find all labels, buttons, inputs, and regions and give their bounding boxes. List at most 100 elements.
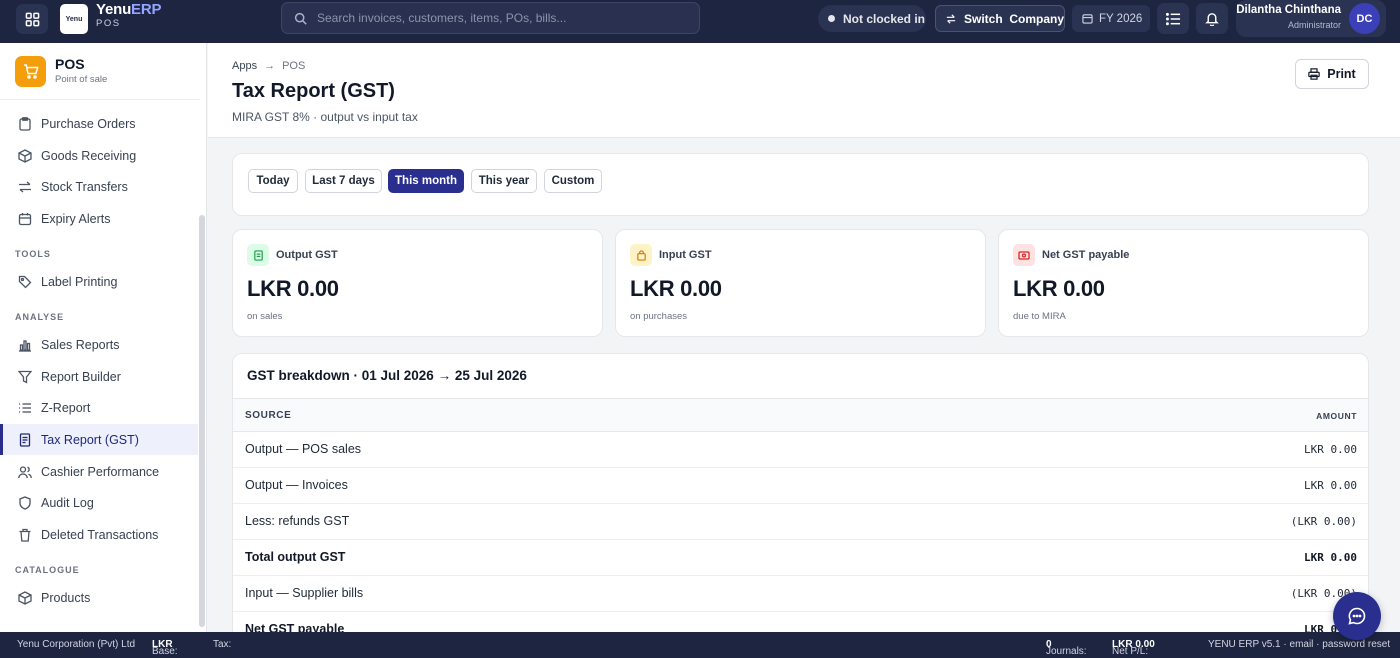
row-source: Output — Invoices: [245, 478, 348, 492]
switch-company-button[interactable]: Switch Company: [935, 5, 1065, 32]
footer-company: Yenu Corporation (Pvt) Ltd: [17, 639, 136, 650]
page-header: Apps → POS Tax Report (GST) MIRA GST 8% …: [208, 43, 1400, 138]
page-subtitle: MIRA GST 8% · output vs input tax: [232, 110, 418, 124]
sidebar-item-audit-log[interactable]: Audit Log: [0, 487, 198, 518]
print-label: Print: [1327, 67, 1356, 81]
footer-version: YENU ERP v5.1 · email · password reset: [1208, 639, 1391, 650]
input-gst-card: Input GST LKR 0.00 on purchases: [615, 229, 986, 337]
sidebar-item-label: Z-Report: [41, 400, 91, 415]
sidebar-item-expiry-alerts[interactable]: Expiry Alerts: [0, 203, 198, 234]
search-icon: [294, 12, 307, 25]
sidebar-item-cashier-performance[interactable]: Cashier Performance: [0, 456, 198, 487]
status-bar: Yenu Corporation (Pvt) Ltd Base: LKR Tax…: [0, 632, 1400, 658]
footer-base-label: Base:: [152, 646, 178, 657]
stat-note: on purchases: [630, 311, 688, 322]
notifications-button[interactable]: [1196, 3, 1228, 34]
filter-this-year-button[interactable]: This year: [471, 169, 537, 193]
chat-button[interactable]: [1333, 592, 1381, 640]
breadcrumb-arrow-icon: →: [264, 60, 276, 72]
sidebar-item-deleted-transactions[interactable]: Deleted Transactions: [0, 519, 198, 550]
box-icon: [18, 590, 32, 605]
sidebar-scrollbar[interactable]: [199, 215, 205, 627]
user-name: Dilantha Chinthana: [1236, 4, 1341, 16]
sidebar-item-purchase-orders[interactable]: Purchase Orders: [0, 108, 198, 139]
footer-journals-label: Journals:: [1046, 646, 1087, 657]
breakdown-title: GST breakdown · 01 Jul 2026 → 25 Jul 202…: [247, 368, 527, 383]
breadcrumb: Apps → POS: [232, 60, 305, 72]
column-source: SOURCE: [245, 410, 292, 421]
clock-status-button[interactable]: Not clocked in: [818, 5, 926, 32]
top-bar: Yenu YenuERP POS Search invoices, custom…: [0, 0, 1400, 43]
table-row: Output — Invoices LKR 0.00: [233, 468, 1368, 504]
sidebar-item-report-builder[interactable]: Report Builder: [0, 361, 198, 392]
clipboard-icon: [19, 116, 31, 131]
switch-company-label: Switch Company: [963, 11, 1064, 26]
filter-last-7-days-button[interactable]: Last 7 days: [305, 169, 382, 193]
global-search-input[interactable]: Search invoices, customers, items, POs, …: [281, 2, 700, 34]
row-amount: LKR 0.00: [1304, 479, 1357, 492]
sidebar-item-label: Deleted Transactions: [41, 527, 159, 542]
shopping-bag-icon: [630, 244, 652, 266]
sidebar-item-z-report[interactable]: Z-Report: [0, 392, 198, 423]
fiscal-year-button[interactable]: FY 2026: [1072, 5, 1150, 32]
sidebar-item-products[interactable]: Products: [0, 582, 198, 613]
date-filter-card: Today Last 7 days This month This year C…: [232, 153, 1369, 216]
stat-value: LKR 0.00: [1013, 276, 1105, 301]
filter-this-month-button[interactable]: This month: [388, 169, 464, 193]
list-icon: [1165, 12, 1180, 25]
row-source: Less: refunds GST: [245, 514, 350, 528]
module-subtitle: Point of sale: [55, 74, 108, 85]
stat-note: due to MIRA: [1013, 311, 1066, 322]
receipt-icon: [247, 244, 269, 266]
sidebar-item-label: Purchase Orders: [41, 116, 136, 131]
sidebar-item-stock-transfers[interactable]: Stock Transfers: [0, 171, 198, 202]
sidebar-item-label-printing[interactable]: Label Printing: [0, 266, 198, 297]
output-gst-card: Output GST LKR 0.00 on sales: [232, 229, 603, 337]
brand-accent: ERP: [131, 1, 162, 18]
users-icon: [18, 465, 32, 478]
section-catalogue: CATALOGUE: [15, 565, 80, 575]
tasks-button[interactable]: [1157, 3, 1189, 34]
sidebar-item-label: Expiry Alerts: [41, 211, 111, 226]
footer-netpl-label: Net P/L:: [1112, 646, 1149, 657]
module-title: POS: [55, 56, 85, 72]
transfer-icon: [19, 181, 31, 192]
bell-icon: [1205, 13, 1219, 26]
grid-icon: [25, 12, 39, 26]
brand: YenuERP POS: [96, 2, 161, 30]
sidebar-item-tax-report[interactable]: Tax Report (GST): [0, 424, 198, 455]
banknote-icon: [1013, 244, 1035, 266]
section-tools: TOOLS: [15, 249, 51, 259]
table-row: Output — POS sales LKR 0.00: [233, 432, 1368, 468]
sidebar-item-label: Products: [41, 590, 91, 605]
row-source: Input — Supplier bills: [245, 586, 364, 600]
stat-label: Output GST: [276, 249, 338, 261]
footer-netpl: Net P/L: LKR 0.00: [1112, 639, 1155, 657]
module-header: POS Point of sale: [0, 43, 200, 100]
breadcrumb-apps[interactable]: Apps: [232, 60, 257, 72]
filter-today-button[interactable]: Today: [248, 169, 298, 193]
table-row-total: Total output GST LKR 0.00: [233, 540, 1368, 576]
table-header: SOURCE AMOUNT: [233, 398, 1368, 432]
filter-custom-button[interactable]: Custom: [544, 169, 602, 193]
row-amount: (LKR 0.00): [1290, 515, 1357, 528]
column-amount: AMOUNT: [1316, 411, 1357, 421]
page-title: Tax Report (GST): [232, 80, 395, 102]
search-placeholder: Search invoices, customers, items, POs, …: [317, 11, 567, 25]
filter-icon: [18, 370, 32, 384]
calendar-icon: [1082, 14, 1093, 24]
sidebar-item-label: Report Builder: [41, 369, 121, 384]
sidebar-item-label: Goods Receiving: [41, 148, 137, 163]
section-analyse: ANALYSE: [15, 312, 65, 322]
apps-grid-button[interactable]: [16, 4, 48, 34]
user-menu-button[interactable]: Dilantha Chinthana Administrator DC: [1236, 0, 1386, 37]
breadcrumb-pos[interactable]: POS: [282, 60, 305, 72]
logo-text: Yenu: [65, 15, 83, 23]
stat-value: LKR 0.00: [630, 276, 722, 301]
row-amount: LKR 0.00: [1304, 443, 1357, 456]
net-gst-card: Net GST payable LKR 0.00 due to MIRA: [998, 229, 1369, 337]
sidebar-item-goods-receiving[interactable]: Goods Receiving: [0, 140, 198, 171]
print-button[interactable]: Print: [1295, 59, 1369, 89]
gst-breakdown-card: GST breakdown · 01 Jul 2026 → 25 Jul 202…: [232, 353, 1369, 653]
sidebar-item-sales-reports[interactable]: Sales Reports: [0, 329, 198, 360]
